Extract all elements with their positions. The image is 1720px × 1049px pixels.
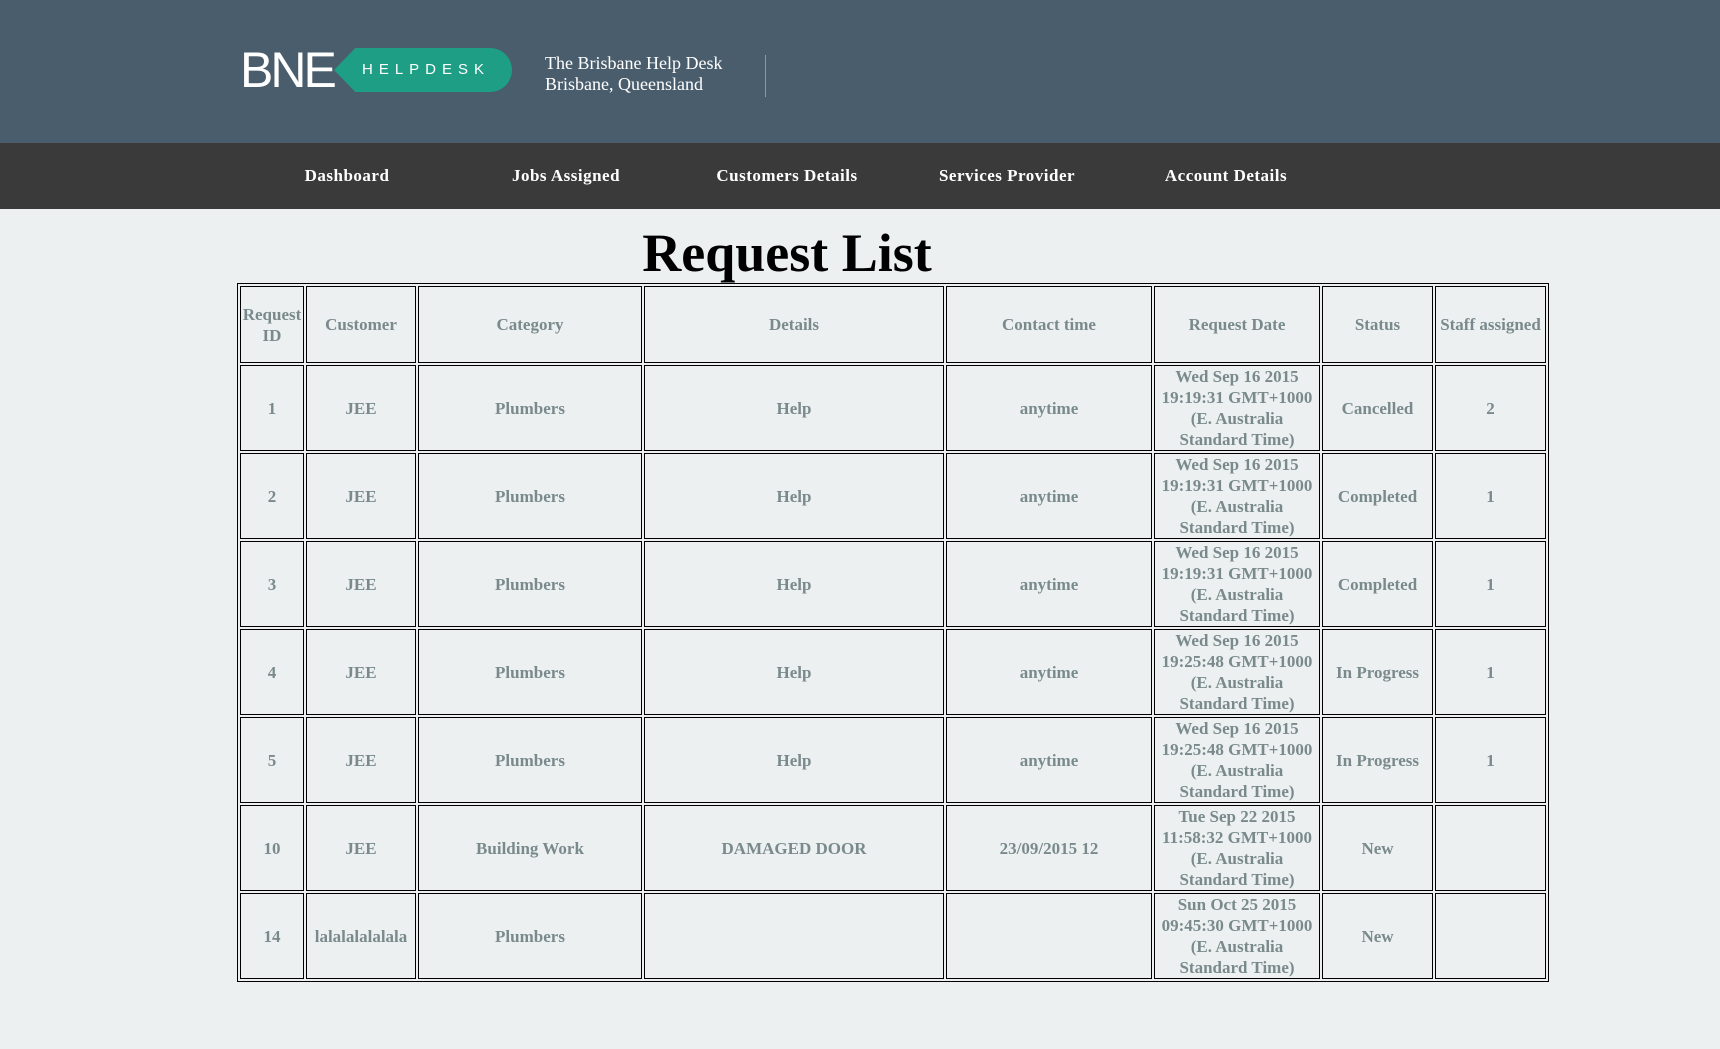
cell-status: In Progress bbox=[1322, 717, 1433, 803]
cell-staff-assigned: 1 bbox=[1435, 541, 1546, 627]
cell-details: Help bbox=[644, 541, 944, 627]
cell-request-date: Tue Sep 22 2015 11:58:32 GMT+1000 (E. Au… bbox=[1154, 805, 1320, 891]
cell-customer: JEE bbox=[306, 629, 416, 715]
nav-account-details[interactable]: Account Details bbox=[1144, 143, 1308, 209]
table-row[interactable]: 14 lalalalalalala Plumbers Sun Oct 25 20… bbox=[240, 893, 1546, 979]
cell-customer: JEE bbox=[306, 805, 416, 891]
cell-contact-time bbox=[946, 893, 1152, 979]
site-info: The Brisbane Help Desk Brisbane, Queensl… bbox=[545, 53, 722, 95]
site-name: The Brisbane Help Desk bbox=[545, 53, 723, 73]
col-details: Details bbox=[644, 286, 944, 363]
cell-status: Completed bbox=[1322, 541, 1433, 627]
cell-details: DAMAGED DOOR bbox=[644, 805, 944, 891]
site-location: Brisbane, Queensland bbox=[545, 74, 703, 94]
cell-contact-time: anytime bbox=[946, 453, 1152, 539]
table-row[interactable]: 10 JEE Building Work DAMAGED DOOR 23/09/… bbox=[240, 805, 1546, 891]
cell-status: New bbox=[1322, 805, 1433, 891]
cell-details bbox=[644, 893, 944, 979]
site-header: BNE HELPDESK The Brisbane Help Desk Bris… bbox=[0, 0, 1720, 143]
cell-request-date: Wed Sep 16 2015 19:19:31 GMT+1000 (E. Au… bbox=[1154, 453, 1320, 539]
logo-wordmark: BNE bbox=[240, 42, 337, 98]
cell-request-id: 2 bbox=[240, 453, 304, 539]
table-row[interactable]: 1 JEE Plumbers Help anytime Wed Sep 16 2… bbox=[240, 365, 1546, 451]
cell-request-id: 1 bbox=[240, 365, 304, 451]
nav-services-provider[interactable]: Services Provider bbox=[918, 143, 1096, 209]
cell-contact-time: anytime bbox=[946, 365, 1152, 451]
col-request-id: Request ID bbox=[240, 286, 304, 363]
cell-status: New bbox=[1322, 893, 1433, 979]
cell-request-id: 5 bbox=[240, 717, 304, 803]
cell-status: In Progress bbox=[1322, 629, 1433, 715]
request-table: Request ID Customer Category Details Con… bbox=[237, 283, 1549, 982]
table-row[interactable]: 5 JEE Plumbers Help anytime Wed Sep 16 2… bbox=[240, 717, 1546, 803]
cell-contact-time: anytime bbox=[946, 629, 1152, 715]
col-request-date: Request Date bbox=[1154, 286, 1320, 363]
nav-jobs-assigned[interactable]: Jobs Assigned bbox=[486, 143, 646, 209]
cell-category: Plumbers bbox=[418, 893, 642, 979]
cell-staff-assigned: 1 bbox=[1435, 453, 1546, 539]
cell-staff-assigned bbox=[1435, 893, 1546, 979]
col-contact-time: Contact time bbox=[946, 286, 1152, 363]
cell-request-id: 14 bbox=[240, 893, 304, 979]
cell-request-date: Sun Oct 25 2015 09:45:30 GMT+1000 (E. Au… bbox=[1154, 893, 1320, 979]
cell-details: Help bbox=[644, 453, 944, 539]
page-title: Request List bbox=[642, 223, 932, 283]
nav-customers-details[interactable]: Customers Details bbox=[698, 143, 876, 209]
header-divider bbox=[765, 55, 766, 97]
cell-customer: JEE bbox=[306, 541, 416, 627]
cell-request-id: 3 bbox=[240, 541, 304, 627]
logo-badge: HELPDESK bbox=[334, 48, 512, 92]
cell-status: Cancelled bbox=[1322, 365, 1433, 451]
cell-category: Plumbers bbox=[418, 541, 642, 627]
cell-category: Plumbers bbox=[418, 453, 642, 539]
table-row[interactable]: 4 JEE Plumbers Help anytime Wed Sep 16 2… bbox=[240, 629, 1546, 715]
cell-customer: JEE bbox=[306, 365, 416, 451]
cell-details: Help bbox=[644, 629, 944, 715]
cell-category: Building Work bbox=[418, 805, 642, 891]
cell-request-id: 4 bbox=[240, 629, 304, 715]
table-row[interactable]: 2 JEE Plumbers Help anytime Wed Sep 16 2… bbox=[240, 453, 1546, 539]
cell-status: Completed bbox=[1322, 453, 1433, 539]
cell-request-date: Wed Sep 16 2015 19:25:48 GMT+1000 (E. Au… bbox=[1154, 629, 1320, 715]
col-status: Status bbox=[1322, 286, 1433, 363]
cell-customer: JEE bbox=[306, 453, 416, 539]
cell-staff-assigned: 1 bbox=[1435, 717, 1546, 803]
request-table-wrap: Request ID Customer Category Details Con… bbox=[237, 283, 1549, 982]
cell-request-date: Wed Sep 16 2015 19:19:31 GMT+1000 (E. Au… bbox=[1154, 365, 1320, 451]
cell-details: Help bbox=[644, 717, 944, 803]
cell-contact-time: 23/09/2015 12 bbox=[946, 805, 1152, 891]
table-row[interactable]: 3 JEE Plumbers Help anytime Wed Sep 16 2… bbox=[240, 541, 1546, 627]
cell-request-date: Wed Sep 16 2015 19:19:31 GMT+1000 (E. Au… bbox=[1154, 541, 1320, 627]
cell-contact-time: anytime bbox=[946, 541, 1152, 627]
cell-staff-assigned: 1 bbox=[1435, 629, 1546, 715]
cell-request-id: 10 bbox=[240, 805, 304, 891]
cell-staff-assigned bbox=[1435, 805, 1546, 891]
table-header-row: Request ID Customer Category Details Con… bbox=[240, 286, 1546, 363]
bne-helpdesk-logo[interactable]: BNE HELPDESK bbox=[240, 42, 512, 98]
cell-customer: JEE bbox=[306, 717, 416, 803]
col-category: Category bbox=[418, 286, 642, 363]
cell-category: Plumbers bbox=[418, 717, 642, 803]
col-staff-assigned: Staff assigned bbox=[1435, 286, 1546, 363]
cell-details: Help bbox=[644, 365, 944, 451]
nav-dashboard[interactable]: Dashboard bbox=[270, 143, 424, 209]
cell-category: Plumbers bbox=[418, 629, 642, 715]
cell-category: Plumbers bbox=[418, 365, 642, 451]
col-customer: Customer bbox=[306, 286, 416, 363]
cell-request-date: Wed Sep 16 2015 19:25:48 GMT+1000 (E. Au… bbox=[1154, 717, 1320, 803]
cell-staff-assigned: 2 bbox=[1435, 365, 1546, 451]
cell-contact-time: anytime bbox=[946, 717, 1152, 803]
cell-customer: lalalalalalala bbox=[306, 893, 416, 979]
main-nav: Dashboard Jobs Assigned Customers Detail… bbox=[0, 143, 1720, 209]
logo-badge-text: HELPDESK bbox=[362, 61, 491, 78]
